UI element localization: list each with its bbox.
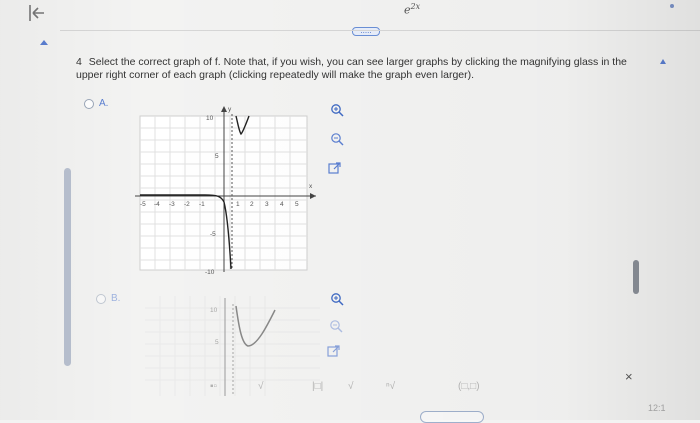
graph-a-y-label: y	[228, 106, 232, 113]
graph-a: y x 10 5 -5 -10 -5 -4 -3 -2 -1 1 2 3 4 5	[135, 106, 316, 276]
header-divider	[60, 30, 700, 31]
toolbar-item: ▪▫	[210, 381, 217, 392]
graph-a-x-tick: 3	[265, 201, 269, 208]
corner-label: 12:1	[648, 403, 666, 413]
graph-b-curve	[235, 305, 276, 347]
right-scrollbar[interactable]	[633, 260, 639, 294]
back-arrow-icon[interactable]	[26, 2, 48, 24]
zoom-in-icon[interactable]	[330, 103, 344, 117]
formula-exponent: 2x	[410, 2, 421, 11]
graph-a-y-tick: 5	[215, 153, 219, 160]
question-prompt: 4 Select the correct graph of f. Note th…	[76, 56, 656, 82]
graph-a-y-arrow-icon	[221, 106, 227, 112]
close-icon[interactable]: ×	[625, 369, 633, 384]
choice-b-radio[interactable]	[96, 293, 106, 304]
choice-a-radio[interactable]	[84, 98, 94, 109]
left-scrollbar[interactable]	[64, 168, 71, 366]
zoom-in-icon[interactable]	[330, 292, 344, 306]
graph-a-y-tick: -10	[205, 269, 215, 276]
toolbar-item: √	[258, 380, 264, 392]
choice-b[interactable]: B.	[96, 293, 120, 304]
graph-a-x-tick: 4	[280, 201, 284, 208]
toolbar-item: √	[348, 380, 354, 392]
zoom-out-icon[interactable]	[330, 132, 344, 146]
right-caret-icon[interactable]	[660, 59, 666, 64]
graph-a-x-tick: 5	[295, 201, 299, 208]
graph-a-y-tick: -5	[210, 231, 216, 238]
left-caret-icon[interactable]	[40, 40, 48, 45]
bottom-action-button[interactable]	[420, 411, 484, 423]
more-button[interactable]: .....	[352, 27, 380, 36]
zoom-out-icon[interactable]	[329, 319, 343, 333]
graph-a-x-tick: -2	[184, 201, 190, 208]
graph-a-x-label: x	[309, 183, 313, 190]
expand-icon[interactable]	[328, 161, 342, 175]
graph-a-x-arrow-icon	[310, 193, 316, 199]
graph-a-x-tick: -5	[140, 201, 146, 208]
toolbar-item: |□|	[312, 381, 323, 392]
toolbar-item: ⁿ√	[386, 380, 396, 392]
graph-b-y-tick: 10	[210, 307, 218, 314]
expand-icon[interactable]	[327, 344, 341, 358]
question-number: 4	[76, 56, 82, 68]
graph-a-x-tick: -3	[169, 201, 175, 208]
graph-a-x-tick: -1	[199, 201, 205, 208]
choice-b-label: B.	[111, 293, 121, 304]
question-text: Select the correct graph of f. Note that…	[76, 56, 627, 81]
formula-display: e2x	[404, 2, 420, 17]
graph-a-x-tick: 2	[250, 201, 254, 208]
choice-a-label: A.	[99, 98, 109, 109]
graph-a-x-tick: 1	[236, 201, 240, 208]
status-indicator	[670, 4, 674, 8]
graph-a-y-tick: 10	[206, 115, 214, 122]
math-input-toolbar[interactable]: ▪▫ √ |□| √ ⁿ√ (□,□)	[190, 374, 500, 398]
graph-a-x-tick: -4	[154, 201, 160, 208]
toolbar-item: (□,□)	[458, 381, 480, 392]
graph-b-y-tick: 5	[215, 339, 219, 346]
choice-a[interactable]: A.	[84, 98, 108, 109]
